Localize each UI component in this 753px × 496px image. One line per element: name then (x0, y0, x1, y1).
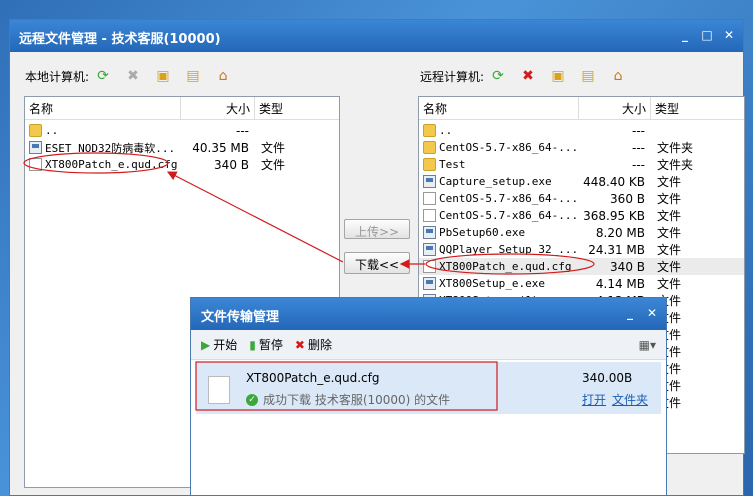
file-icon (423, 192, 436, 205)
new-folder-icon[interactable]: ▣ (155, 68, 171, 84)
list-item[interactable]: CentOS-5.7-x86_64-... 368.95 KB 文件 (419, 207, 744, 224)
dialog-title: 文件传输管理 (201, 310, 280, 325)
file-icon (423, 260, 436, 273)
open-folder-link[interactable]: 文件夹 (612, 391, 648, 408)
open-file-link[interactable]: 打开 (582, 391, 606, 408)
list-item[interactable]: XT800Patch_e.qud.cfg 340 B 文件 (419, 258, 744, 275)
list-item[interactable]: .. --- (419, 122, 744, 139)
list-item[interactable]: ESET NOD32防病毒软... 40.35 MB 文件 (25, 139, 339, 156)
exe-icon (423, 175, 436, 188)
home-icon[interactable]: ⌂ (610, 68, 626, 84)
remote-toolbar: 远程计算机: ⟳ ✖ ▣ ▤ ⌂ (420, 65, 640, 87)
remote-list-header: 名称 大小 类型 (419, 97, 744, 120)
column-name[interactable]: 名称 (419, 97, 579, 119)
list-item[interactable]: Capture_setup.exe 448.40 KB 文件 (419, 173, 744, 190)
delete-button[interactable]: ✖ 删除 (295, 336, 332, 353)
local-computer-label: 本地计算机: (25, 69, 90, 84)
list-item[interactable]: XT800Setup_e.exe 4.14 MB 文件 (419, 275, 744, 292)
window-title: 远程文件管理 - 技术客服(10000) (19, 32, 221, 47)
dialog-titlebar[interactable]: 文件传输管理 _ ✕ (191, 298, 666, 330)
local-toolbar: 本地计算机: ⟳ ✖ ▣ ▤ ⌂ (25, 65, 245, 87)
home-icon[interactable]: ⌂ (215, 68, 231, 84)
file-icon (208, 376, 230, 404)
download-button[interactable]: 下载<< (344, 252, 410, 274)
delete-icon: ✖ (294, 337, 305, 352)
list-item[interactable]: CentOS-5.7-x86_64-... --- 文件夹 (419, 139, 744, 156)
new-folder-icon[interactable]: ▣ (550, 68, 566, 84)
list-item[interactable]: XT800Patch_e.qud.cfg 340 B 文件 (25, 156, 339, 173)
file-icon (29, 158, 42, 171)
column-size[interactable]: 大小 (181, 97, 255, 119)
delete-icon[interactable]: ✖ (125, 68, 141, 84)
play-icon: ▶ (201, 337, 211, 352)
exe-icon (423, 243, 436, 256)
transfer-item[interactable]: XT800Patch_e.qud.cfg ✓ 成功下载 技术客服(10000) … (196, 362, 661, 414)
column-name[interactable]: 名称 (25, 97, 181, 119)
close-button[interactable]: ✕ (723, 28, 735, 42)
maximize-button[interactable]: □ (701, 28, 713, 42)
folder-icon (423, 124, 436, 137)
column-size[interactable]: 大小 (579, 97, 651, 119)
view-menu-icon[interactable]: ▦▾ (639, 338, 656, 352)
minimize-button[interactable]: _ (624, 306, 636, 320)
close-button[interactable]: ✕ (646, 306, 658, 320)
remote-computer-label: 远程计算机: (420, 69, 485, 84)
delete-icon[interactable]: ✖ (520, 68, 536, 84)
transfer-status: ✓ 成功下载 技术客服(10000) 的文件 (246, 391, 450, 408)
list-item[interactable]: PbSetup60.exe 8.20 MB 文件 (419, 224, 744, 241)
exe-icon (423, 277, 436, 290)
list-item[interactable]: CentOS-5.7-x86_64-... 360 B 文件 (419, 190, 744, 207)
column-type[interactable]: 类型 (651, 97, 744, 119)
transfer-size: 340.00B (582, 371, 633, 385)
success-check-icon: ✓ (246, 393, 258, 406)
refresh-icon[interactable]: ⟳ (490, 68, 506, 84)
list-item[interactable]: QQPlayer Setup 32_... 24.31 MB 文件 (419, 241, 744, 258)
minimize-button[interactable]: _ (679, 28, 691, 42)
file-icon (423, 209, 436, 222)
exe-icon (423, 226, 436, 239)
transfer-filename: XT800Patch_e.qud.cfg (246, 371, 380, 385)
dialog-toolbar: ▶ 开始 ▮ 暂停 ✖ 删除 ▦▾ (191, 330, 666, 360)
upload-button[interactable]: 上传>> (344, 219, 410, 239)
pause-icon: ▮ (249, 337, 256, 352)
folder-icon (423, 158, 436, 171)
pause-button[interactable]: ▮ 暂停 (249, 336, 283, 353)
list-item[interactable]: Test --- 文件夹 (419, 156, 744, 173)
exe-icon (29, 141, 42, 154)
column-type[interactable]: 类型 (255, 97, 337, 119)
window-titlebar[interactable]: 远程文件管理 - 技术客服(10000) _ □ ✕ (10, 20, 743, 52)
start-button[interactable]: ▶ 开始 (201, 336, 237, 353)
folder-icon (423, 141, 436, 154)
folder-up-icon[interactable]: ▤ (185, 68, 201, 84)
folder-icon (29, 124, 42, 137)
list-item[interactable]: .. --- (25, 122, 339, 139)
folder-up-icon[interactable]: ▤ (580, 68, 596, 84)
local-list-header: 名称 大小 类型 (25, 97, 339, 120)
file-transfer-dialog: 文件传输管理 _ ✕ ▶ 开始 ▮ 暂停 ✖ 删除 ▦▾ XT800Patch_e.q… (190, 297, 667, 496)
refresh-icon[interactable]: ⟳ (95, 68, 111, 84)
